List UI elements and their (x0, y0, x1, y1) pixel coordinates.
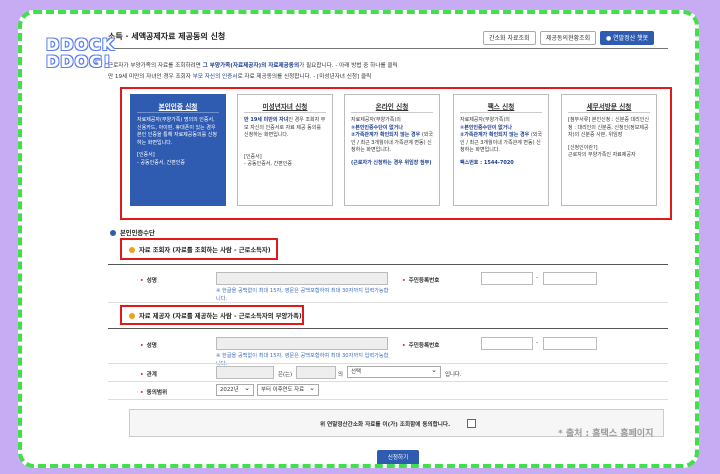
card-title: 세무서방문 신청 (586, 103, 632, 111)
simplified-data-view-button[interactable]: 간소화 자료조회 (483, 31, 536, 45)
range-select[interactable]: 부터 이후연도 자료 (257, 383, 319, 396)
page-title: 소득 · 세액공제자료 제공동의 신청 (108, 32, 226, 41)
submit-button[interactable]: 신청하기 (377, 450, 419, 464)
provider-name-label: 성명 (140, 341, 157, 349)
provider-section-divider (108, 328, 668, 329)
card-title: 미성년자녀 신청 (262, 103, 308, 111)
card-fax[interactable]: 팩스 신청 자료제공자(부양가족)의 ①본인인증수단이 없거나 ②가족관계가 확… (453, 94, 549, 206)
card-body: 자료제공자(부양가족)의 ①본인인증수단이 없거나 ②가족관계가 확인되지 않는… (351, 117, 434, 166)
auth-method-heading: 본인인증수단 (110, 228, 155, 237)
info-dot-icon (110, 230, 116, 236)
viewer-rrn-front-input[interactable] (481, 272, 533, 285)
relation-of-text: 의 (338, 372, 343, 378)
card-body: 만 19세 미만의 자녀인 경우 조회자 부모 자신의 인증서로 자료 제공 동… (244, 117, 326, 168)
card-title: 팩스 신청 (487, 103, 515, 111)
hometax-page: 소득 · 세액공제자료 제공동의 신청 간소화 자료조회 제공동의현황조회 ● … (22, 14, 695, 464)
provider-section-heading: 자료 제공자 (자료를 제공하는 사람 - 근로소득자의 부양가족) (129, 311, 302, 320)
viewer-name-input[interactable] (216, 272, 388, 285)
viewer-section-divider (108, 264, 668, 265)
rrn-dash: - (536, 339, 539, 346)
consent-range-label: 동의범위 (140, 388, 168, 396)
row-divider (108, 399, 668, 400)
provider-name-input[interactable] (216, 337, 388, 350)
description-line-2: 만 19세 미만의 자녀인 경우 조회자 부모 자신의 인증서로 자료 제공동의… (108, 74, 372, 80)
description-line-1: 근로자가 부양가족의 자료를 조회하려면 그 부양가족(자료제공자)의 자료제공… (108, 63, 398, 69)
section-dot-icon (129, 313, 135, 319)
row-divider (108, 302, 668, 303)
rrn-dash: - (536, 274, 539, 281)
relation-provider-input[interactable] (296, 366, 336, 379)
chatbot-button[interactable]: ● 연말정산 챗봇 (600, 31, 655, 45)
card-body: [첨부서류] 본인신청 : 신분증 대리인신청 : 대리인의 신분증, 신청인(… (568, 117, 649, 159)
viewer-rrn-back-input[interactable] (543, 272, 597, 285)
row-divider (108, 363, 668, 364)
relation-label: 관계 (140, 370, 157, 378)
relation-select[interactable]: 선택 (347, 365, 441, 378)
source-watermark: * 출처 : 홈택스 홈페이지 (558, 429, 654, 439)
card-body: 자료제공자(부양가족)의 ①본인인증수단이 없거나 ②가족관계가 확인되지 않는… (460, 117, 543, 166)
row-divider (108, 381, 668, 382)
viewer-name-hint: ※ 한글을 공백없이 최대 15자, 영문은 공백포함하여 최대 30자까지 입… (216, 288, 389, 302)
card-identity-auth[interactable]: 본인인증 신청 자료제공자(부양가족) 명의의 인증서, 신용카드, 아이핀, … (130, 94, 226, 206)
dashed-frame: 소득 · 세액공제자료 제공동의 신청 간소화 자료조회 제공동의현황조회 ● … (18, 10, 699, 468)
year-select[interactable]: 2022년 (216, 383, 254, 396)
viewer-name-label: 성명 (140, 276, 157, 284)
agreement-text: 위 연말정산간소화 자료를 이(가) 조회함에 동의합니다. (320, 422, 451, 428)
provider-rrn-back-input[interactable] (543, 337, 597, 350)
provider-rrn-label: 주민등록번호 (402, 341, 440, 349)
card-minor-child[interactable]: 미성년자녀 신청 만 19세 미만의 자녀인 경우 조회자 부모 자신의 인증서… (237, 94, 333, 206)
card-title: 온라인 신청 (375, 103, 409, 111)
provider-rrn-front-input[interactable] (481, 337, 533, 350)
consent-status-button[interactable]: 제공동의현황조회 (540, 31, 597, 45)
relation-end-text: 입니다. (445, 372, 462, 378)
relation-viewer-input[interactable] (216, 366, 274, 379)
card-body: 자료제공자(부양가족) 명의의 인증서, 신용카드, 아이핀, 휴대폰이 있는 … (137, 117, 217, 166)
relation-mid-text: 은(는) (278, 372, 293, 378)
chatbot-label: 연말정산 챗봇 (613, 35, 649, 42)
title-divider (108, 48, 668, 49)
viewer-rrn-label: 주민등록번호 (402, 276, 440, 284)
card-online[interactable]: 온라인 신청 자료제공자(부양가족)의 ①본인인증수단이 없거나 ②가족관계가 … (344, 94, 440, 206)
agreement-checkbox[interactable] (467, 419, 476, 428)
section-dot-icon (129, 247, 135, 253)
card-tax-office-visit[interactable]: 세무서방문 신청 [첨부서류] 본인신청 : 신분증 대리인신청 : 대리인의 … (561, 94, 657, 206)
card-title: 본인인증 신청 (158, 103, 198, 111)
viewer-section-heading: 자료 조회자 (자료를 조회하는 사람 - 근로소득자) (129, 245, 271, 254)
ddock-ddog-logo: DDOCK DDOG! (46, 35, 116, 71)
